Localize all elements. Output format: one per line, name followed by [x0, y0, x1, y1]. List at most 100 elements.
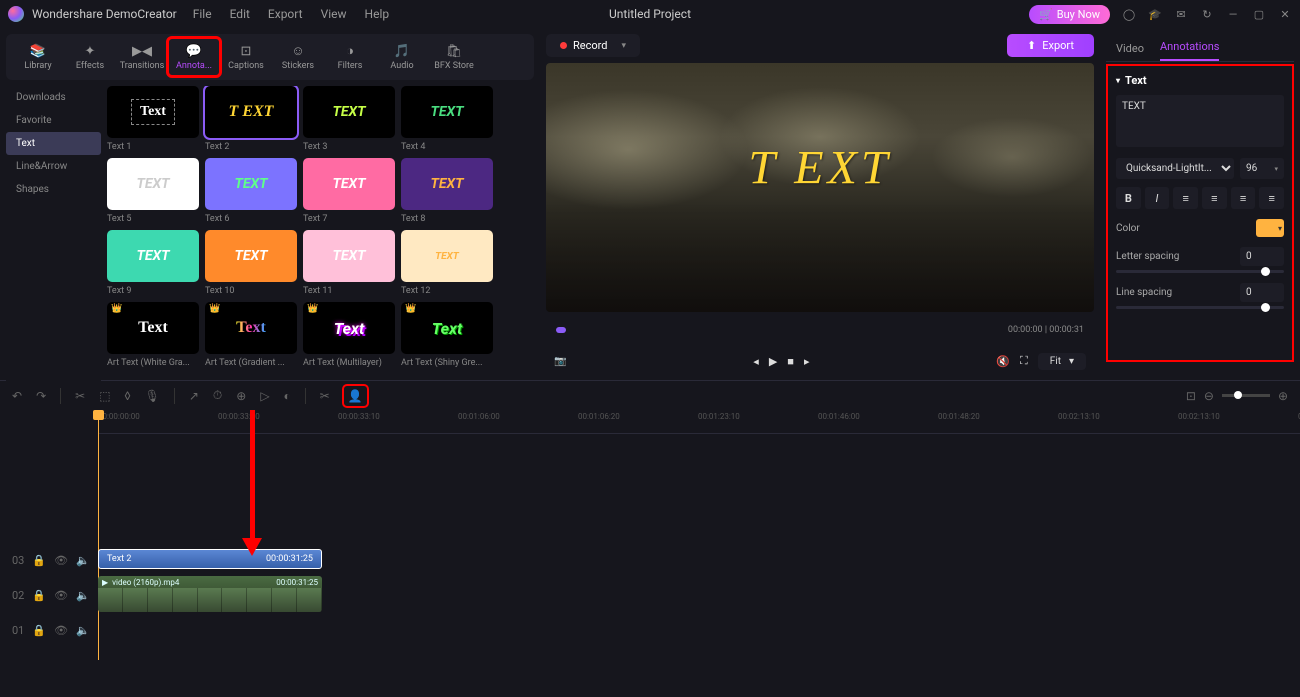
- line-spacing-slider[interactable]: [1116, 306, 1284, 309]
- text-preset[interactable]: T EXTText 2: [205, 86, 297, 152]
- toolbar-transitions[interactable]: ▶◀Transitions: [116, 38, 168, 76]
- undo-icon[interactable]: ↶: [12, 389, 22, 403]
- tool-highlighted-icon[interactable]: 👤: [344, 386, 367, 406]
- text-preset[interactable]: TEXTText 3: [303, 86, 395, 152]
- eye-icon[interactable]: 👁: [54, 589, 68, 602]
- color-swatch[interactable]: ▾: [1256, 219, 1284, 237]
- text-preset[interactable]: TEXTText 5: [107, 158, 199, 224]
- snapshot-icon[interactable]: 📷: [554, 356, 566, 367]
- sidebar-item-downloads[interactable]: Downloads: [6, 86, 101, 109]
- play-icon[interactable]: ▶: [769, 355, 777, 368]
- zoom-out-icon[interactable]: ⊖: [1204, 389, 1214, 403]
- refresh-icon[interactable]: ↻: [1200, 8, 1214, 21]
- text-preset[interactable]: TEXTText 10: [205, 230, 297, 296]
- prev-frame-icon[interactable]: ◂: [753, 355, 759, 368]
- speed-icon[interactable]: ⏱: [213, 388, 222, 403]
- stop-icon[interactable]: ■: [787, 355, 794, 368]
- maximize-icon[interactable]: ▢: [1252, 8, 1266, 21]
- minimize-icon[interactable]: —: [1226, 8, 1240, 21]
- lock-icon[interactable]: 🔒: [32, 589, 46, 602]
- buy-now-button[interactable]: 🛒Buy Now: [1029, 5, 1110, 24]
- video-clip[interactable]: ▶video (2160p).mp400:00:31:25: [98, 576, 322, 612]
- menu-view[interactable]: View: [321, 7, 347, 21]
- sidebar-item-linearrow[interactable]: Line&Arrow: [6, 155, 101, 178]
- text-preset[interactable]: TEXTText 9: [107, 230, 199, 296]
- mute-track-icon[interactable]: 🔈: [76, 624, 90, 637]
- transform-icon[interactable]: ▷: [260, 389, 269, 403]
- font-select[interactable]: Quicksand-LightIt...: [1116, 158, 1234, 179]
- toolbar-filters[interactable]: ◑Filters: [324, 38, 376, 76]
- text-preset[interactable]: TextArt Text (White Gra...: [107, 302, 199, 368]
- menu-edit[interactable]: Edit: [230, 7, 250, 21]
- voice-icon[interactable]: 🎙: [145, 389, 160, 403]
- text-section-header[interactable]: Text: [1116, 74, 1284, 87]
- tab-annotations[interactable]: Annotations: [1160, 40, 1219, 61]
- sidebar-item-favorite[interactable]: Favorite: [6, 109, 101, 132]
- edu-icon[interactable]: 🎓: [1148, 8, 1162, 21]
- marker-icon[interactable]: ◊: [125, 389, 131, 403]
- toolbar-library[interactable]: 📚Library: [12, 38, 64, 76]
- toolbar-annota[interactable]: 💬Annota...: [168, 38, 220, 76]
- delete-icon[interactable]: ✂: [75, 389, 85, 403]
- cursor-icon[interactable]: ↗: [189, 389, 199, 403]
- redo-icon[interactable]: ↷: [36, 389, 46, 403]
- record-button[interactable]: Record: [546, 34, 640, 57]
- close-icon[interactable]: ✕: [1278, 8, 1292, 21]
- timeline-ruler[interactable]: 00:00:00:0000:00:33:1000:00:33:1000:01:0…: [98, 410, 1300, 434]
- toolbar-stickers[interactable]: ☺Stickers: [272, 38, 324, 76]
- align-center-button[interactable]: ≡: [1202, 187, 1227, 209]
- align-left-button[interactable]: ≡: [1173, 187, 1198, 209]
- rotate-icon[interactable]: ◐: [284, 389, 291, 403]
- tab-video[interactable]: Video: [1116, 42, 1144, 61]
- text-clip[interactable]: Text 200:00:31:25: [98, 549, 322, 569]
- export-button[interactable]: ⬆Export: [1007, 34, 1094, 57]
- progress-marker[interactable]: [556, 327, 566, 333]
- tool-a-icon[interactable]: ✂: [320, 389, 330, 403]
- italic-button[interactable]: I: [1145, 187, 1170, 209]
- font-size-input[interactable]: 96▾: [1240, 158, 1284, 179]
- zoom-fit-select[interactable]: Fit▾: [1038, 353, 1086, 370]
- pan-icon[interactable]: ⊕: [236, 389, 246, 403]
- menu-export[interactable]: Export: [268, 7, 303, 21]
- text-preset[interactable]: TEXTText 7: [303, 158, 395, 224]
- align-justify-button[interactable]: ≡: [1259, 187, 1284, 209]
- eye-icon[interactable]: 👁: [54, 624, 68, 637]
- menu-help[interactable]: Help: [365, 7, 390, 21]
- text-preset[interactable]: TEXTText 11: [303, 230, 395, 296]
- inbox-icon[interactable]: ✉: [1174, 8, 1188, 21]
- toolbar-bfxstore[interactable]: 🛍BFX Store: [428, 38, 480, 76]
- mute-track-icon[interactable]: 🔈: [76, 589, 90, 602]
- menu-file[interactable]: File: [193, 7, 212, 21]
- crop-icon[interactable]: ⬚: [99, 389, 110, 403]
- text-preset[interactable]: TEXTText 8: [401, 158, 493, 224]
- line-spacing-value[interactable]: 0: [1240, 283, 1284, 302]
- fit-timeline-icon[interactable]: ⊡: [1186, 389, 1196, 403]
- zoom-slider[interactable]: [1222, 394, 1270, 397]
- eye-icon[interactable]: 👁: [54, 554, 68, 567]
- toolbar-audio[interactable]: 🎵Audio: [376, 38, 428, 76]
- text-preset[interactable]: TextArt Text (Multilayer): [303, 302, 395, 368]
- mute-icon[interactable]: 🔇: [996, 355, 1010, 368]
- zoom-in-icon[interactable]: ⊕: [1278, 389, 1288, 403]
- text-content-input[interactable]: [1116, 95, 1284, 147]
- text-preset[interactable]: TextText 1: [107, 86, 199, 152]
- next-frame-icon[interactable]: ▸: [804, 355, 810, 368]
- text-preset[interactable]: TEXTText 4: [401, 86, 493, 152]
- preview-text-overlay[interactable]: T EXT: [748, 140, 891, 195]
- bold-button[interactable]: B: [1116, 187, 1141, 209]
- sidebar-item-shapes[interactable]: Shapes: [6, 178, 101, 201]
- lock-icon[interactable]: 🔒: [32, 624, 46, 637]
- toolbar-effects[interactable]: ✦Effects: [64, 38, 116, 76]
- mute-track-icon[interactable]: 🔈: [76, 554, 90, 567]
- fullscreen-icon[interactable]: ⛶: [1020, 354, 1028, 368]
- lock-icon[interactable]: 🔒: [32, 554, 46, 567]
- text-preset[interactable]: TextArt Text (Shiny Gre...: [401, 302, 493, 368]
- toolbar-captions[interactable]: ⊡Captions: [220, 38, 272, 76]
- account-icon[interactable]: ◯: [1122, 8, 1136, 21]
- text-preset[interactable]: TextArt Text (Gradient ...: [205, 302, 297, 368]
- video-preview[interactable]: T EXT: [546, 63, 1094, 312]
- text-preset[interactable]: TEXTText 12: [401, 230, 493, 296]
- letter-spacing-value[interactable]: 0: [1240, 247, 1284, 266]
- sidebar-item-text[interactable]: Text: [6, 132, 101, 155]
- align-right-button[interactable]: ≡: [1231, 187, 1256, 209]
